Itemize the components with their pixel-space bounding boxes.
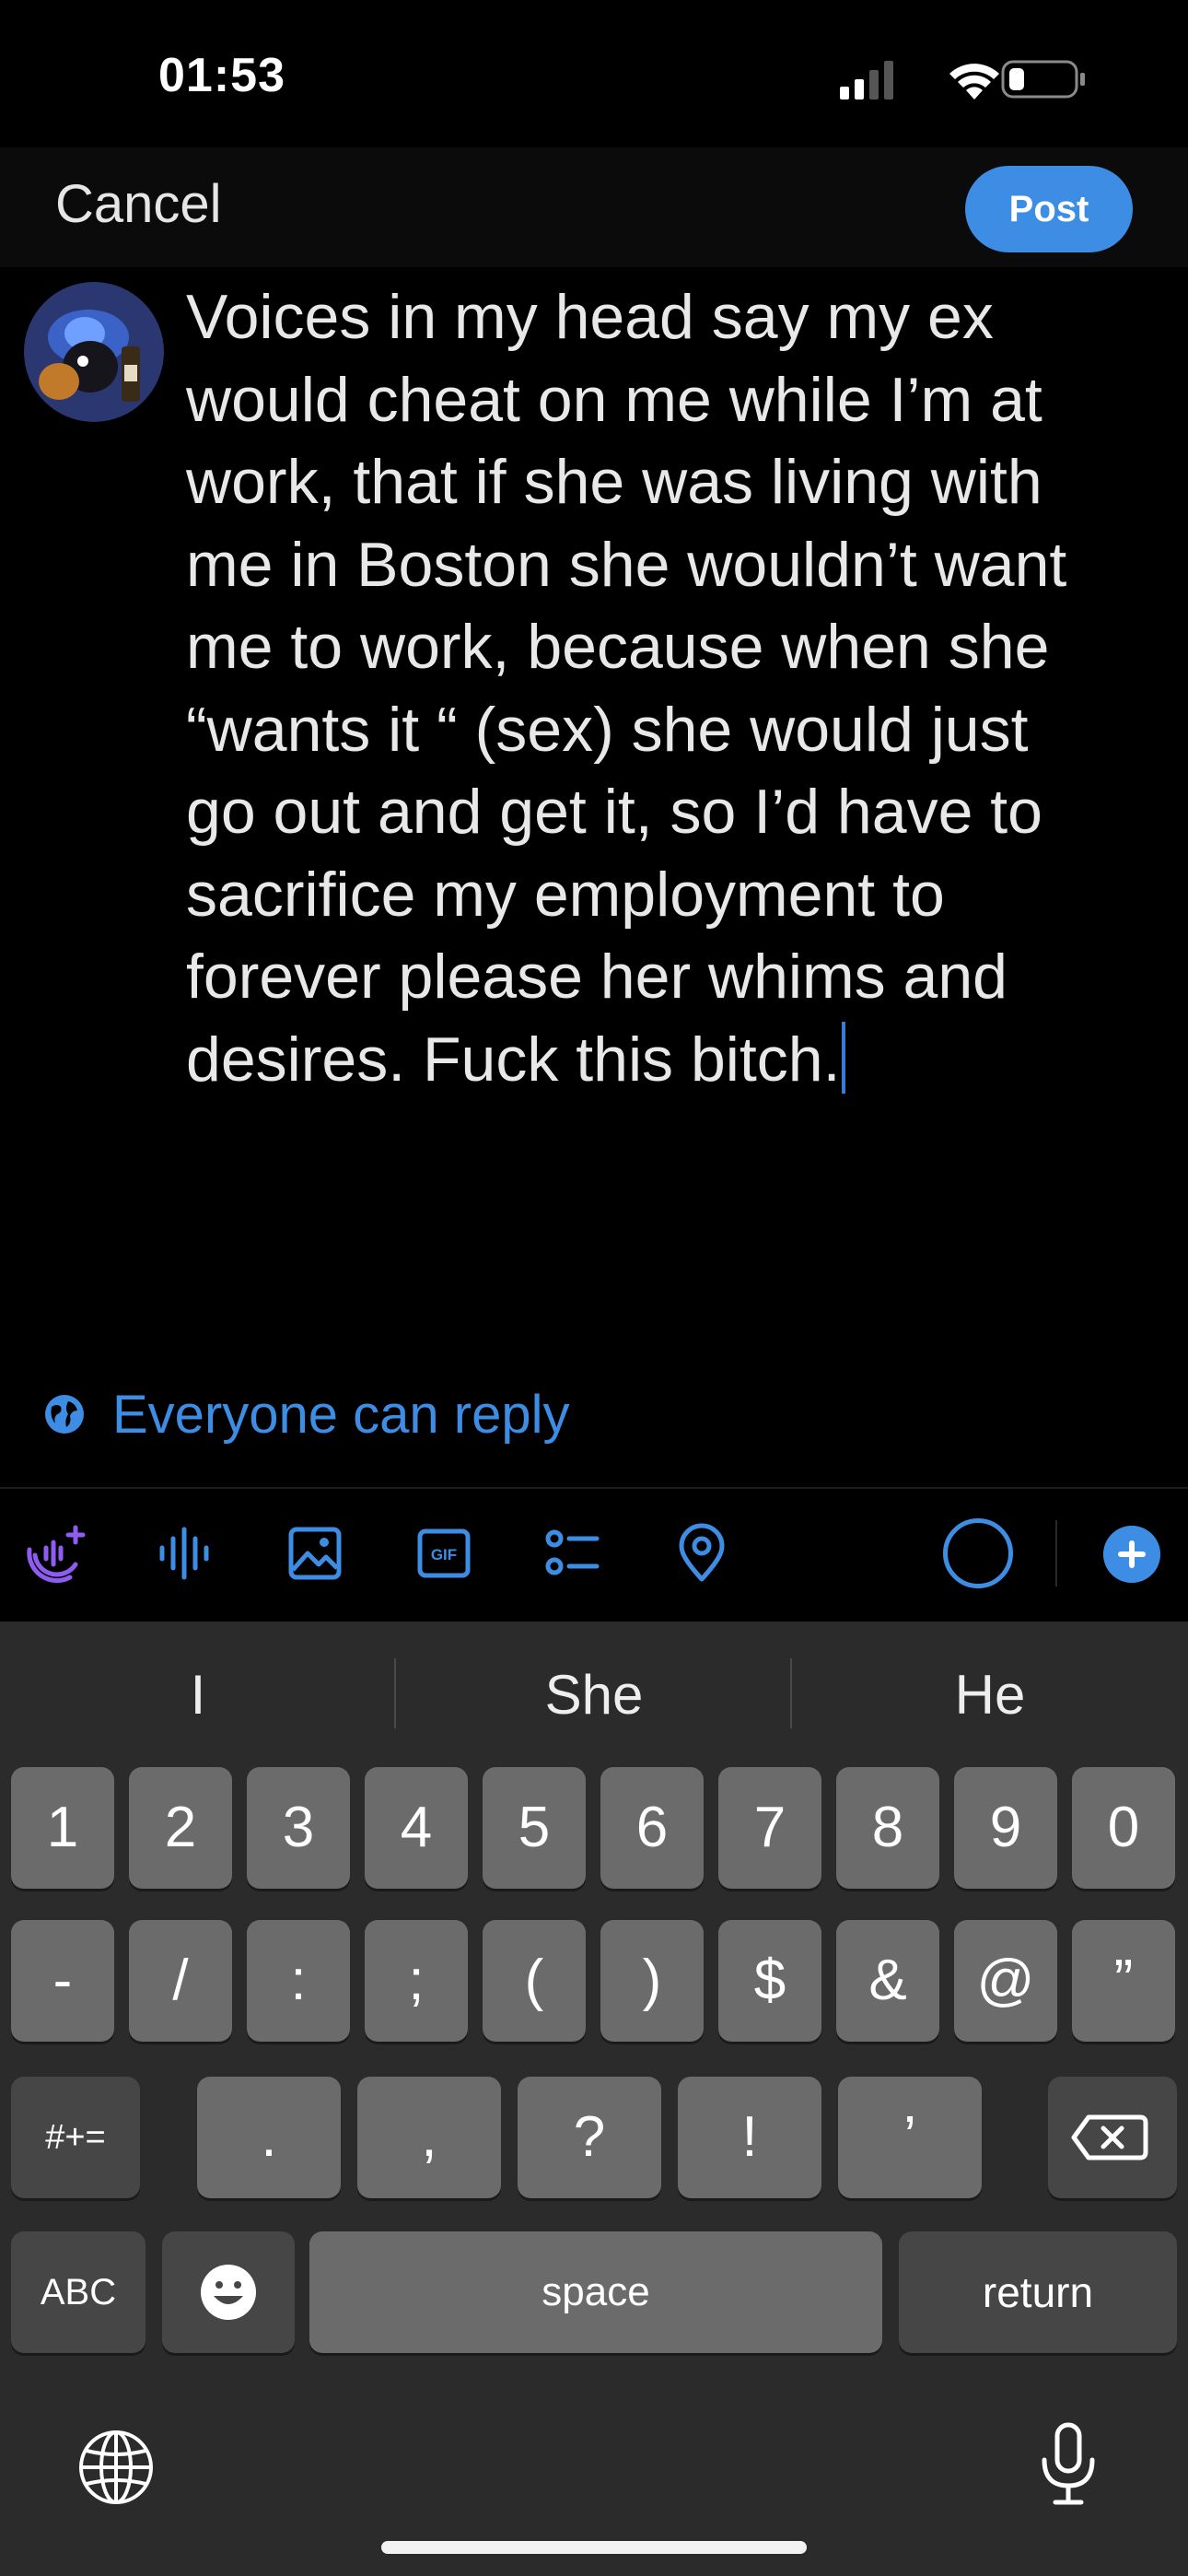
- image-icon[interactable]: [284, 1522, 346, 1585]
- avatar-image: [24, 282, 164, 422]
- key-abc[interactable]: ABC: [11, 2231, 146, 2353]
- key-8[interactable]: 8: [836, 1767, 939, 1889]
- keyboard-globe-icon[interactable]: [77, 2429, 155, 2506]
- tweet-text-input[interactable]: Voices in my head say my ex would cheat …: [186, 276, 1144, 1101]
- status-icons: [840, 60, 1085, 100]
- microphone-icon[interactable]: [1035, 2421, 1101, 2510]
- key-2[interactable]: 2: [129, 1767, 232, 1889]
- globe-icon: [45, 1395, 84, 1434]
- key-quote[interactable]: ”: [1072, 1920, 1175, 2042]
- character-count-ring: [943, 1518, 1013, 1588]
- key-0[interactable]: 0: [1072, 1767, 1175, 1889]
- voice-icon[interactable]: [155, 1522, 217, 1585]
- tweet-text: Voices in my head say my ex would cheat …: [186, 282, 1067, 1095]
- suggestion-separator: [790, 1658, 792, 1728]
- key-more-symbols[interactable]: #+=: [11, 2077, 140, 2198]
- text-cursor: [842, 1021, 846, 1094]
- toolbar-separator: [1055, 1520, 1057, 1587]
- suggestion-separator: [394, 1658, 396, 1728]
- key-6[interactable]: 6: [600, 1767, 704, 1889]
- key-ampersand[interactable]: &: [836, 1920, 939, 2042]
- space-key[interactable]: space: [309, 2231, 882, 2353]
- key-hyphen[interactable]: -: [11, 1920, 114, 2042]
- avatar[interactable]: [24, 282, 164, 422]
- location-icon[interactable]: [670, 1522, 733, 1585]
- key-apostrophe[interactable]: ’: [838, 2077, 982, 2198]
- return-key[interactable]: return: [899, 2231, 1177, 2353]
- key-at[interactable]: @: [954, 1920, 1057, 2042]
- cellular-signal-icon: [840, 61, 893, 100]
- suggestion-3[interactable]: He: [797, 1658, 1183, 1732]
- suggestion-2[interactable]: She: [401, 1658, 787, 1732]
- add-thread-button[interactable]: [1103, 1526, 1160, 1583]
- key-semicolon[interactable]: ;: [365, 1920, 468, 2042]
- key-3[interactable]: 3: [247, 1767, 350, 1889]
- key-1[interactable]: 1: [11, 1767, 114, 1889]
- key-dollar[interactable]: $: [718, 1920, 821, 2042]
- home-indicator: [381, 2541, 807, 2554]
- status-time: 01:53: [158, 49, 285, 102]
- backspace-icon: [1071, 2114, 1148, 2160]
- key-period[interactable]: .: [197, 2077, 341, 2198]
- suggestion-1[interactable]: I: [5, 1658, 391, 1732]
- key-exclamation[interactable]: !: [678, 2077, 821, 2198]
- reply-setting[interactable]: Everyone can reply: [44, 1382, 569, 1446]
- emoji-key[interactable]: [162, 2231, 295, 2353]
- key-4[interactable]: 4: [365, 1767, 468, 1889]
- add-audio-space-icon[interactable]: [26, 1522, 88, 1585]
- cancel-button[interactable]: Cancel: [55, 173, 222, 235]
- key-comma[interactable]: ,: [357, 2077, 501, 2198]
- key-7[interactable]: 7: [718, 1767, 821, 1889]
- gif-label: GIF: [431, 1546, 457, 1563]
- wifi-icon: [949, 64, 999, 100]
- post-button[interactable]: Post: [965, 166, 1133, 252]
- reply-setting-label: Everyone can reply: [112, 1384, 570, 1445]
- battery-icon: [1001, 60, 1085, 99]
- key-slash[interactable]: /: [129, 1920, 232, 2042]
- key-9[interactable]: 9: [954, 1767, 1057, 1889]
- delete-key[interactable]: [1048, 2077, 1177, 2198]
- emoji-icon: [201, 2265, 256, 2320]
- key-open-paren[interactable]: (: [483, 1920, 586, 2042]
- gif-icon[interactable]: GIF: [413, 1522, 475, 1585]
- poll-icon[interactable]: [542, 1522, 604, 1585]
- key-colon[interactable]: :: [247, 1920, 350, 2042]
- key-5[interactable]: 5: [483, 1767, 586, 1889]
- key-question[interactable]: ?: [518, 2077, 661, 2198]
- key-close-paren[interactable]: ): [600, 1920, 704, 2042]
